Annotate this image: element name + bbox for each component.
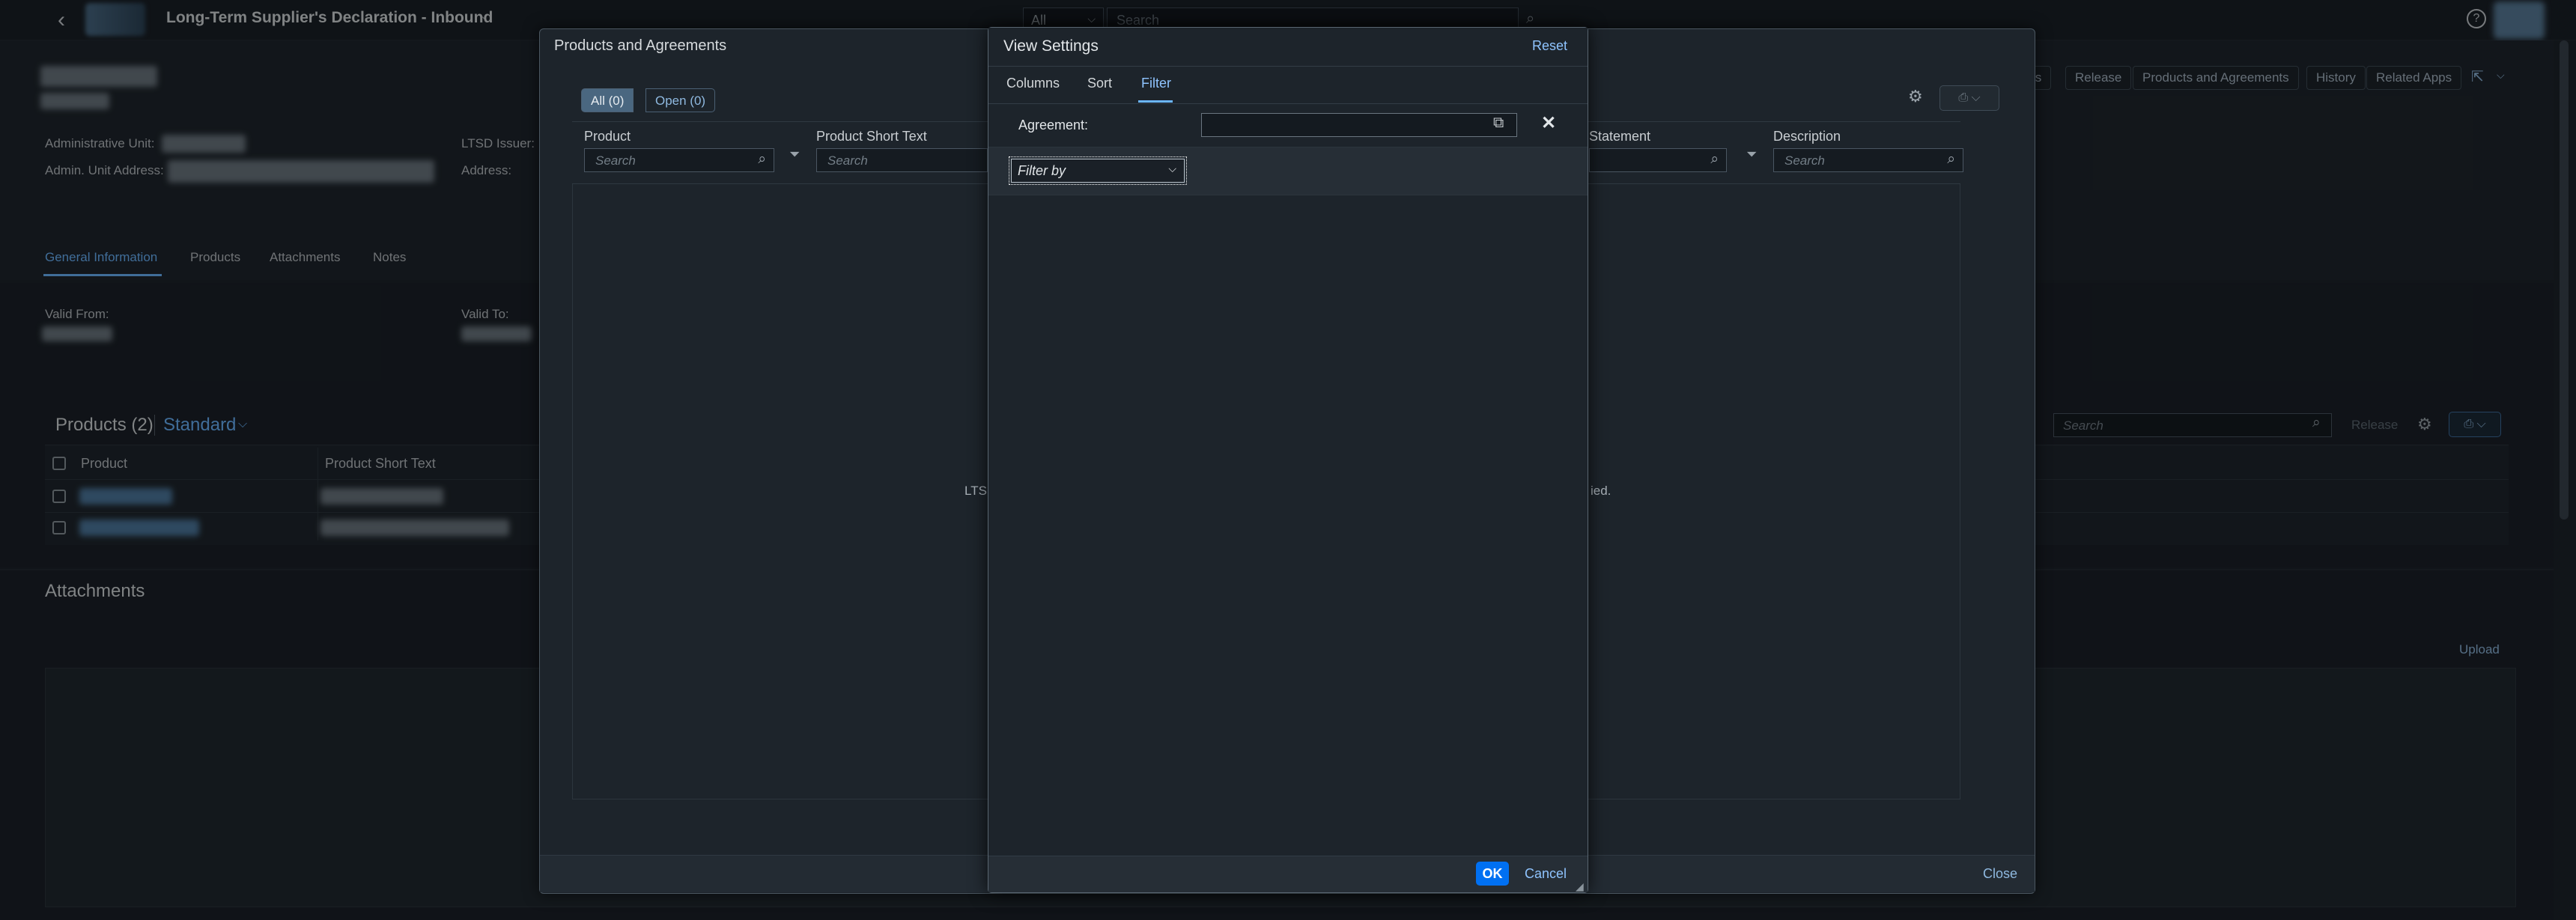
segment-open[interactable]: Open (0) [645, 88, 716, 112]
column-header-product-short-text[interactable]: Product Short Text [816, 129, 927, 144]
product-short-text-search-placeholder: Search [827, 153, 868, 168]
statement-search-input[interactable]: ⌕ [1589, 148, 1727, 172]
tab-columns[interactable]: Columns [1006, 76, 1060, 91]
export-button[interactable]: ⎙ ⌵ [1939, 85, 1999, 111]
ok-button[interactable]: OK [1476, 862, 1509, 886]
remove-filter-close-icon[interactable]: ✕ [1541, 112, 1556, 134]
search-icon[interactable]: ⌕ [1710, 151, 1719, 168]
product-search-placeholder: Search [595, 153, 636, 168]
search-icon[interactable]: ⌕ [758, 151, 766, 168]
products-agreements-dialog-title: Products and Agreements [554, 37, 727, 54]
no-data-text-left: LTS [965, 484, 987, 498]
view-settings-body [988, 195, 1588, 856]
column-header-description[interactable]: Description [1773, 129, 1841, 144]
filter-icon[interactable]: ⏷ [1746, 147, 1757, 162]
agreement-label: Agreement: [1018, 118, 1089, 132]
agreement-input[interactable] [1201, 113, 1517, 137]
view-settings-title: View Settings [1003, 37, 1099, 55]
cancel-button[interactable]: Cancel [1525, 866, 1567, 882]
segment-all[interactable]: All (0) [581, 88, 634, 112]
column-header-product[interactable]: Product [584, 129, 631, 144]
filter-by-select[interactable]: Filter by ⌵ [1009, 156, 1187, 185]
filter-icon[interactable]: ⏷ [789, 147, 800, 162]
tab-filter[interactable]: Filter [1141, 76, 1171, 91]
no-data-text-right: ied. [1591, 484, 1611, 498]
tab-sort[interactable]: Sort [1087, 76, 1112, 91]
resize-handle-icon[interactable]: ◢ [1576, 880, 1584, 893]
filter-by-placeholder: Filter by [1018, 163, 1066, 178]
product-short-text-search-input[interactable]: Search [816, 148, 988, 172]
search-icon[interactable]: ⌕ [1947, 151, 1955, 168]
view-settings-tabs [988, 67, 1588, 104]
description-search-placeholder: Search [1784, 153, 1825, 168]
value-help-icon[interactable]: ⧉ [1493, 115, 1504, 132]
product-search-input[interactable]: Search ⌕ [584, 148, 774, 172]
description-search-input[interactable]: Search ⌕ [1773, 148, 1963, 172]
active-tab-indicator [1138, 100, 1173, 103]
reset-button[interactable]: Reset [1532, 38, 1567, 54]
settings-gear-icon[interactable]: ⚙ [1908, 87, 1923, 106]
close-button[interactable]: Close [1983, 866, 2017, 882]
chevron-down-icon: ⌵ [1168, 162, 1176, 174]
